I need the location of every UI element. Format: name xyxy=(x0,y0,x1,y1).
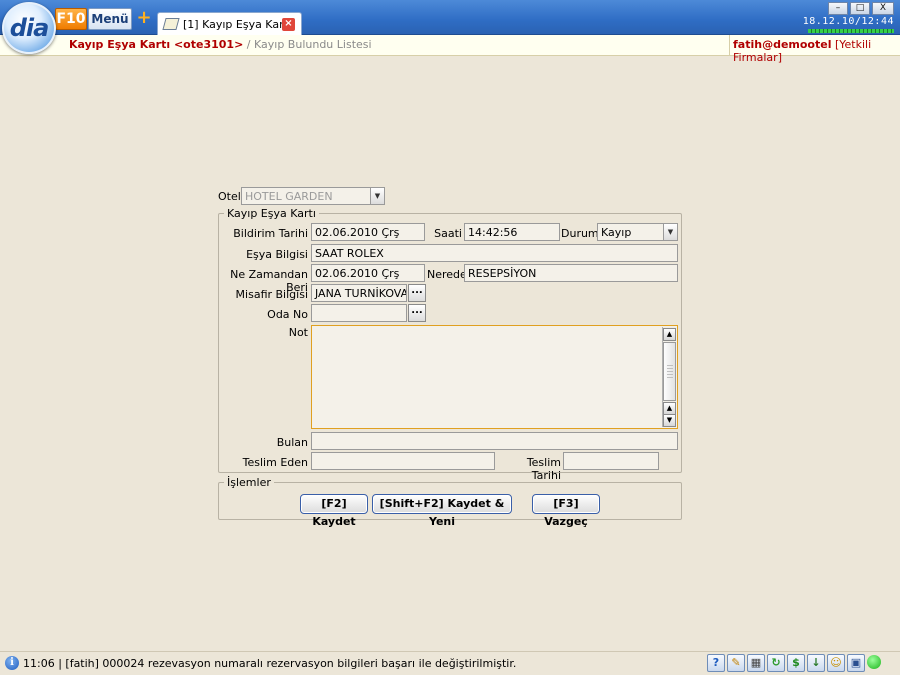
teslim-tarihi-label: Teslim Tarihi xyxy=(526,456,561,482)
document-icon xyxy=(162,18,180,30)
note-scrollbar[interactable]: ▲ ▲ ▼ xyxy=(662,327,676,427)
misafir-bilgisi-field[interactable]: JANA TURNİKOVA xyxy=(311,284,407,302)
chevron-down-icon[interactable]: ▼ xyxy=(370,188,384,204)
help-icon[interactable]: ? xyxy=(707,654,725,672)
breadcrumb: Kayıp Eşya Kartı <ote3101> / Kayıp Bulun… xyxy=(69,38,372,51)
not-textarea[interactable]: ▲ ▲ ▼ xyxy=(311,325,678,429)
durum-select[interactable]: Kayıp ▼ xyxy=(597,223,678,241)
close-tab-icon[interactable]: × xyxy=(282,18,295,31)
save-button[interactable]: [F2] Kaydet xyxy=(300,494,368,528)
nerede-field[interactable]: RESEPSİYON xyxy=(464,264,678,282)
scroll-up-icon[interactable]: ▲ xyxy=(663,328,676,341)
tab-label: [1] Kayıp Eşya Kartı xyxy=(183,17,291,31)
maximize-window-button[interactable]: □ xyxy=(850,2,870,15)
oda-lookup-button[interactable]: ... xyxy=(408,304,426,322)
nerede-label: Nerede xyxy=(427,268,467,281)
bulan-label: Bulan xyxy=(276,436,308,449)
misafir-lookup-button[interactable]: ... xyxy=(408,284,426,302)
scroll-down-icon[interactable]: ▼ xyxy=(663,414,676,427)
otel-select[interactable]: HOTEL GARDEN ▼ xyxy=(241,187,385,205)
menu-button[interactable]: Menü xyxy=(88,8,132,30)
info-icon: i xyxy=(5,656,19,670)
breadcrumb-parent-link[interactable]: Kayıp Bulundu Listesi xyxy=(254,38,372,51)
refresh-icon[interactable]: ↻ xyxy=(767,654,785,672)
teslim-eden-label: Teslim Eden xyxy=(242,456,308,469)
tab-kayip-esya-karti[interactable]: [1] Kayıp Eşya Kartı × xyxy=(157,12,302,35)
wrench-icon[interactable]: ✎ xyxy=(727,654,745,672)
page-title: Kayıp Eşya Kartı <ote3101> xyxy=(69,38,244,51)
bulan-field[interactable] xyxy=(311,432,678,450)
scroll-thumb[interactable] xyxy=(663,342,676,401)
bildirim-tarihi-label: Bildirim Tarihi xyxy=(233,227,308,240)
lock-icon[interactable]: ▣ xyxy=(847,654,865,672)
status-message: 11:06 | [fatih] 000024 rezevasyon numara… xyxy=(23,657,517,670)
status-bar: i 11:06 | [fatih] 000024 rezevasyon numa… xyxy=(0,651,900,675)
dia-logo[interactable]: dia xyxy=(2,2,56,54)
group-title: Kayıp Eşya Kartı xyxy=(224,207,319,220)
esya-bilgisi-field[interactable]: SAAT ROLEX xyxy=(311,244,678,262)
logo-text: dia xyxy=(9,14,50,42)
saati-field[interactable]: 14:42:56 xyxy=(464,223,560,241)
clock-display: 18.12.10/12:44 xyxy=(802,16,894,27)
cancel-button[interactable]: [F3] Vazgeç xyxy=(532,494,600,528)
oda-no-label: Oda No xyxy=(267,308,308,321)
otel-value: HOTEL GARDEN xyxy=(245,190,333,203)
not-label: Not xyxy=(288,326,308,339)
durum-label: Durum xyxy=(561,227,599,240)
calculator-icon[interactable]: ▦ xyxy=(747,654,765,672)
save-and-new-button[interactable]: [Shift+F2] Kaydet & Yeni xyxy=(372,494,512,528)
misafir-bilgisi-label: Misafir Bilgisi xyxy=(235,288,308,301)
esya-bilgisi-label: Eşya Bilgisi xyxy=(246,248,308,261)
teslim-tarihi-field[interactable] xyxy=(563,452,659,470)
oda-no-field[interactable] xyxy=(311,304,407,322)
teslim-eden-field[interactable] xyxy=(311,452,495,470)
download-icon[interactable]: ↓ xyxy=(807,654,825,672)
close-window-button[interactable]: X xyxy=(872,2,894,15)
durum-value: Kayıp xyxy=(601,226,632,239)
minimize-window-button[interactable]: – xyxy=(828,2,848,15)
user-name: fatih@demootel xyxy=(733,38,832,51)
online-status-icon xyxy=(865,654,883,672)
f10-button[interactable]: F10 xyxy=(55,8,87,30)
connection-indicator-bar xyxy=(808,29,894,33)
new-tab-plus-icon[interactable]: + xyxy=(136,9,152,27)
breadcrumb-separator: / xyxy=(243,38,254,51)
ne-zamandan-beri-field[interactable]: 02.06.2010 Çrş xyxy=(311,264,425,282)
islemler-title: İşlemler xyxy=(224,476,274,489)
bildirim-tarihi-field[interactable]: 02.06.2010 Çrş xyxy=(311,223,425,241)
chevron-down-icon[interactable]: ▼ xyxy=(663,224,677,240)
saati-label: Saati xyxy=(434,227,462,240)
top-bar: F10 Menü + [1] Kayıp Eşya Kartı × – □ X … xyxy=(0,0,900,35)
dollar-icon[interactable]: $ xyxy=(787,654,805,672)
grip-icon xyxy=(667,365,673,379)
smiley-icon[interactable]: ☺ xyxy=(827,654,845,672)
user-info: fatih@demootel [Yetkili Firmalar] xyxy=(729,35,900,64)
otel-label: Otel xyxy=(218,190,241,203)
